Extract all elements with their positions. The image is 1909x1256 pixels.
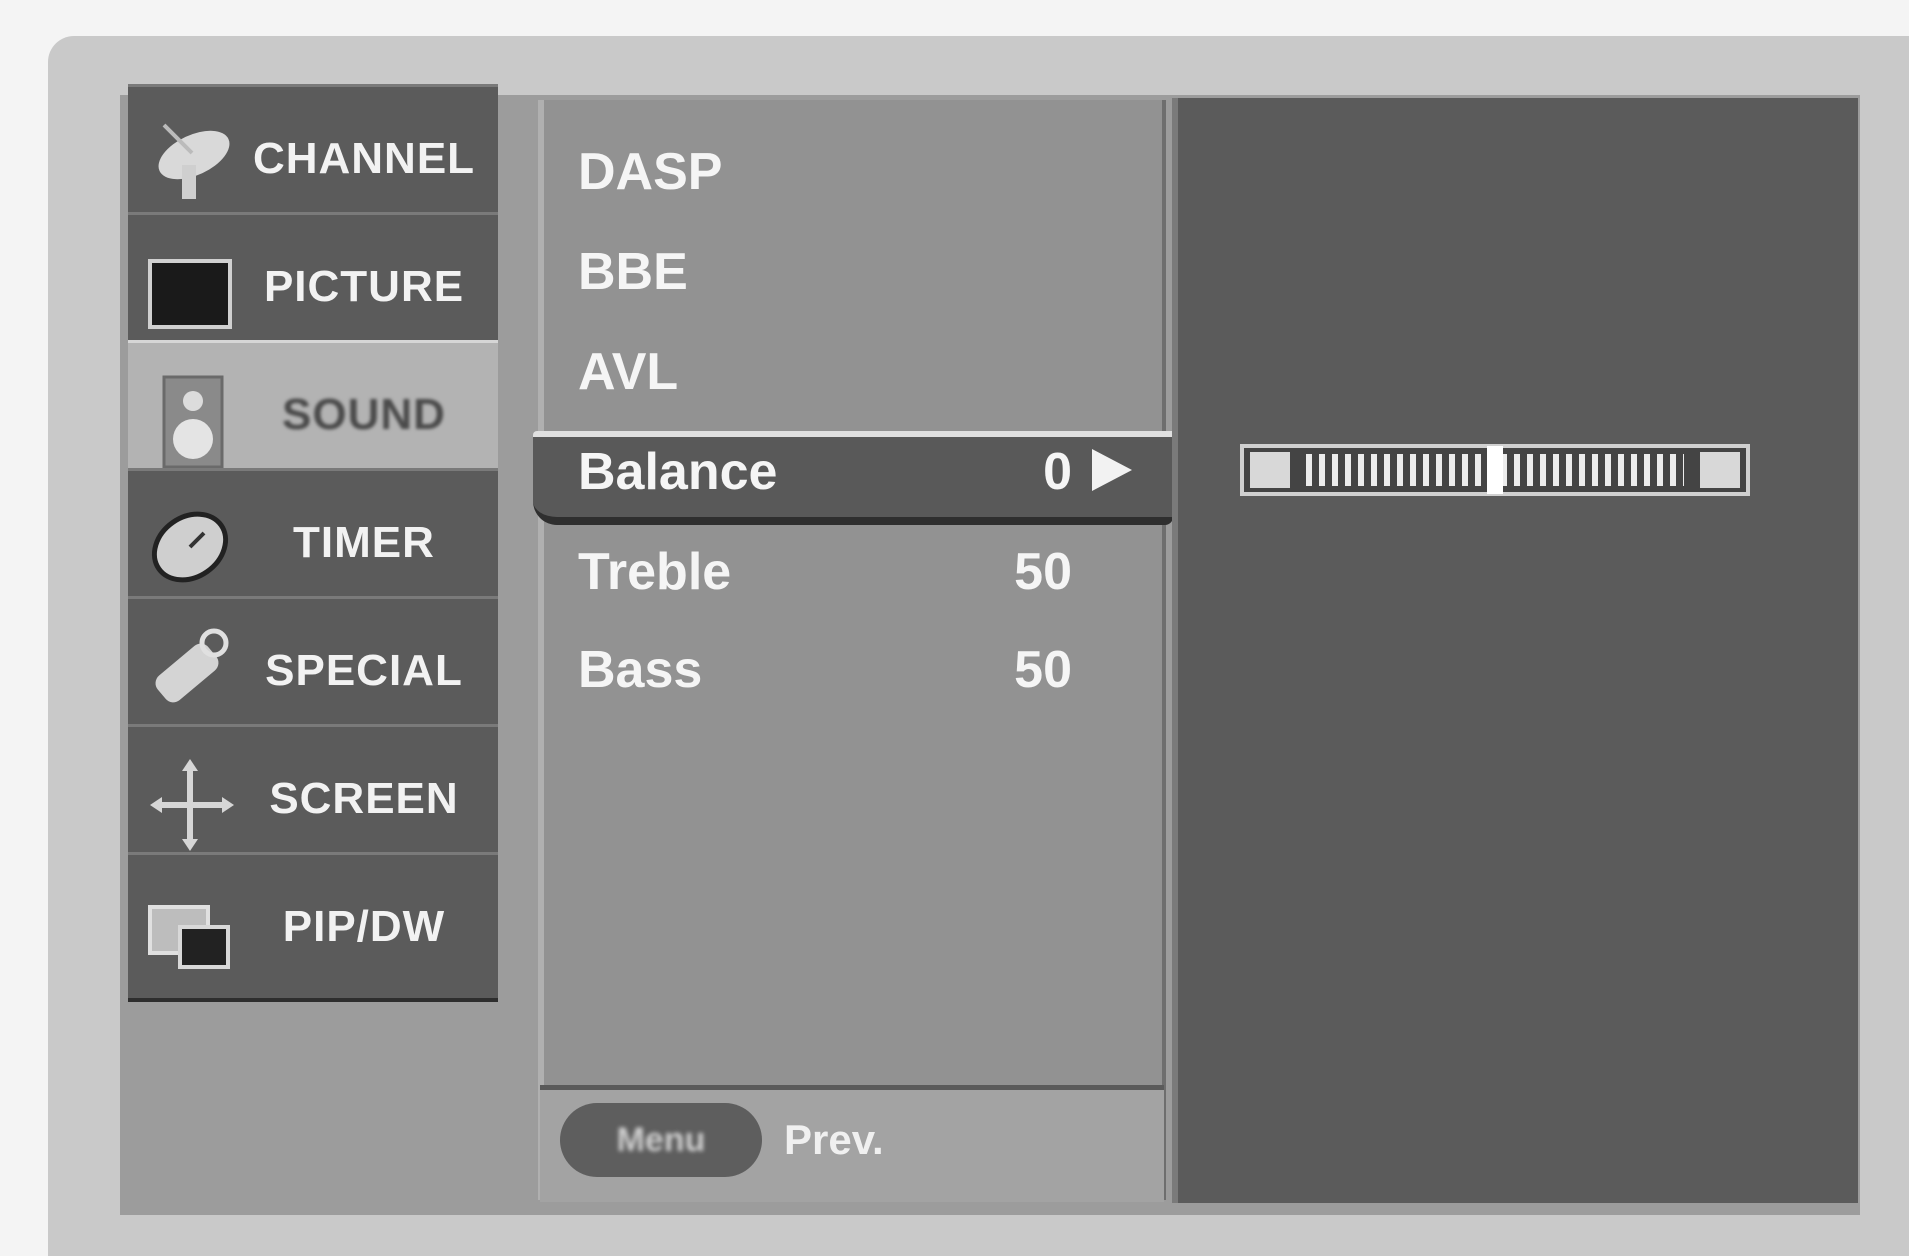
tv-screen-icon [148,259,232,329]
slider-thumb[interactable] [1487,446,1503,494]
sidebar-item-pip-dw[interactable]: PIP/DW [128,852,498,1002]
speaker-icon [162,375,224,469]
prev-label: Prev. [784,1116,884,1163]
sidebar-item-label: TIMER [293,517,435,567]
menu-button-label: Menu [616,1120,706,1159]
move-arrows-icon [150,759,234,851]
pip-windows-icon [148,905,230,969]
key-tag-icon [155,628,229,703]
menu-button[interactable]: Menu [560,1103,762,1177]
menu-item-balance[interactable]: Balance [578,432,777,512]
slider-right-end [1700,452,1740,488]
menu-item-bbe[interactable]: BBE [578,232,688,312]
sidebar-item-label: CHANNEL [252,133,476,183]
slider-left-end [1250,452,1290,488]
sidebar-item-label: SOUND [282,389,446,439]
menu-item-avl[interactable]: AVL [578,332,678,412]
sidebar-item-label: SPECIAL [265,645,463,695]
adjust-panel [1172,98,1858,1203]
sidebar-item-label: PIP/DW [282,901,446,951]
menu-item-dasp[interactable]: DASP [578,132,722,212]
right-arrow-icon [1092,449,1132,491]
treble-value: 50 [1014,543,1072,601]
menu-item-bass[interactable]: Bass [578,630,702,710]
clock-icon [151,511,229,583]
satellite-dish-icon [158,123,230,199]
sidebar-item-label: PICTURE [263,261,465,311]
balance-value: 0 [1043,443,1072,501]
balance-slider[interactable] [1240,444,1750,496]
bass-value: 50 [1014,641,1072,699]
sidebar-item-label: SCREEN [269,773,459,823]
menu-item-treble[interactable]: Treble [578,532,731,612]
